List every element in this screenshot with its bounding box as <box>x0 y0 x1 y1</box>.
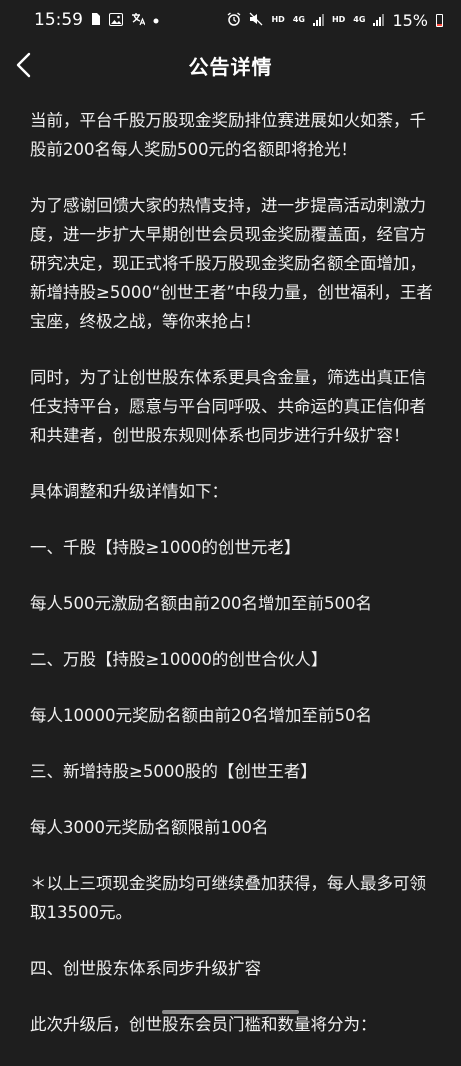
signal-strength-icon-2 <box>373 14 385 26</box>
translate-icon <box>131 12 146 28</box>
section-heading: 三、新增持股≥5000股的【创世王者】 <box>30 762 317 781</box>
battery-icon <box>436 13 443 27</box>
back-button[interactable] <box>6 47 42 83</box>
hd-label-2: HD <box>331 15 346 24</box>
section-heading: 一、千股【持股≥1000的创世元老】 <box>30 538 301 557</box>
paragraph: 同时，为了让创世股东体系更具含金量，筛选出真正信任支持平台，愿意与平台同呼吸、共… <box>30 368 426 445</box>
paragraph: 每人500元激励名额由前200名增加至前500名 <box>30 594 372 613</box>
section-heading: 二、万股【持股≥10000的创世合伙人】 <box>30 650 328 669</box>
network-4g-label-2: 4G <box>353 15 366 24</box>
gallery-icon <box>109 12 123 28</box>
paragraph: 具体调整和升级详情如下： <box>30 482 228 501</box>
paragraph: 此次升级后，创世股东会员门槛和数量将分为： <box>30 1015 377 1034</box>
alarm-icon <box>227 12 241 28</box>
paragraph: 每人10000元奖励名额由前20名增加至前50名 <box>30 706 372 725</box>
status-left: 15:59 <box>34 10 159 30</box>
status-bar: 15:59 HD 4G HD 4G 15% <box>0 0 461 40</box>
note-paragraph: ＊以上三项现金奖励均可继续叠加获得，每人最多可领取13500元。 <box>30 874 426 922</box>
battery-percent: 15% <box>392 10 428 30</box>
mute-icon <box>249 12 263 28</box>
page-title: 公告详情 <box>188 54 273 79</box>
home-indicator[interactable] <box>162 1010 299 1014</box>
status-time: 15:59 <box>34 10 83 30</box>
network-4g-label-1: 4G <box>292 15 305 24</box>
hd-label-1: HD <box>271 15 285 24</box>
notification-dot-icon <box>153 14 159 26</box>
status-right: HD 4G HD 4G 15% <box>227 11 443 30</box>
announcement-content: 当前，平台千股万股现金奖励排位赛进展如火如荼，千股前200名每人奖励500元的名… <box>30 106 435 1066</box>
signal-strength-icon <box>312 14 324 26</box>
chevron-left-icon <box>16 52 31 78</box>
section-heading: 四、创世股东体系同步升级扩容 <box>30 959 261 978</box>
header: 公告详情 <box>0 40 461 90</box>
paragraph: 当前，平台千股万股现金奖励排位赛进展如火如荼，千股前200名每人奖励500元的名… <box>30 111 426 159</box>
sim-card-icon <box>91 12 101 28</box>
paragraph: 为了感谢回馈大家的热情支持，进一步提高活动刺激力度，进一步扩大早期创世会员现金奖… <box>30 196 433 331</box>
paragraph: 每人3000元奖励名额限前100名 <box>30 818 269 837</box>
